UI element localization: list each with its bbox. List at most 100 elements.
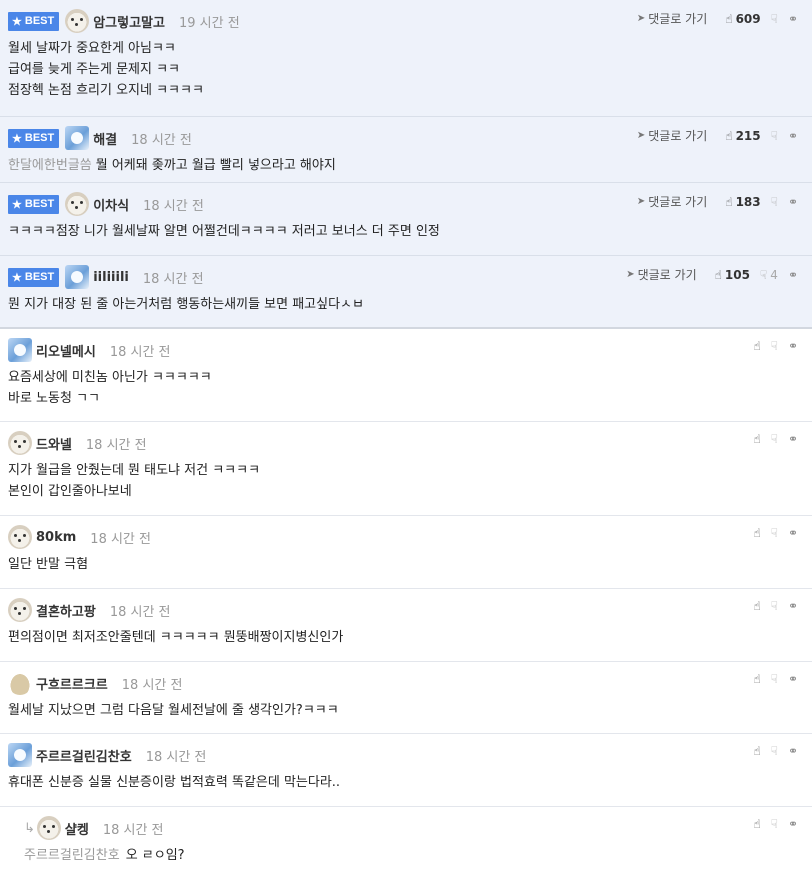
- upvote-button[interactable]: ☝ 215: [725, 129, 760, 143]
- goto-reply-link[interactable]: ➤ 댓글로 가기: [626, 266, 696, 283]
- downvote-button[interactable]: ☟: [771, 129, 778, 143]
- goto-reply-label: 댓글로 가기: [648, 12, 708, 26]
- thumbs-down-icon: ☟: [770, 432, 778, 446]
- timestamp: 19 시간 전: [178, 15, 240, 31]
- avatar[interactable]: [8, 338, 32, 362]
- send-icon: ➤: [636, 196, 646, 207]
- avatar[interactable]: [8, 743, 32, 767]
- avatar[interactable]: [65, 126, 90, 150]
- upvote-button[interactable]: ☝: [753, 432, 760, 446]
- downvote-button[interactable]: ☟: [771, 195, 778, 209]
- avatar[interactable]: [8, 431, 32, 455]
- upvote-button[interactable]: ☝: [753, 817, 760, 831]
- best-label: BEST: [24, 15, 55, 27]
- upvote-button[interactable]: ☝: [753, 744, 760, 758]
- avatar[interactable]: [8, 598, 32, 622]
- nickname[interactable]: 이차식: [93, 195, 129, 214]
- comment-header: 구흐르르크르 18 시간 전: [8, 671, 804, 695]
- comment-line: 본인이 갑인줄아나보네: [8, 484, 132, 499]
- avatar[interactable]: [36, 816, 61, 840]
- comment-text: 지가 월급을 안줬는데 뭔 태도냐 저건 ㅋㅋㅋㅋ 본인이 갑인줄아나보네: [8, 460, 804, 502]
- thumbs-up-icon: ☝: [753, 672, 761, 686]
- nickname[interactable]: 구흐르르크르: [36, 674, 108, 693]
- avatar[interactable]: [8, 525, 32, 549]
- link-icon[interactable]: ⚭: [788, 339, 798, 353]
- comment-actions: ➤ 댓글로 가기 ☝ 105 ☟ 4 ⚭: [626, 266, 798, 283]
- upvote-button[interactable]: ☝: [753, 599, 760, 613]
- comment-text: 뭔 지가 대장 된 줄 아는거처럼 행동하는새끼들 보면 패고싶다ㅅㅂ: [8, 294, 804, 315]
- thumbs-up-icon: ☝: [753, 817, 761, 831]
- goto-reply-link[interactable]: ➤ 댓글로 가기: [637, 10, 707, 27]
- comment-actions: ☝ ☟ ⚭: [753, 672, 798, 686]
- comment-actions: ☝ ☟ ⚭: [753, 339, 798, 353]
- downvote-count: 4: [770, 267, 778, 282]
- nickname[interactable]: 리오넬메시: [36, 341, 96, 360]
- nickname[interactable]: 결혼하고팡: [36, 601, 96, 620]
- upvote-button[interactable]: ☝ 609: [725, 12, 760, 26]
- goto-reply-link[interactable]: ➤ 댓글로 가기: [637, 127, 707, 144]
- link-icon[interactable]: ⚭: [788, 432, 798, 446]
- comment-line: 바로 노동청 ㄱㄱ: [8, 391, 100, 406]
- upvote-button[interactable]: ☝ 105: [715, 268, 750, 282]
- nickname[interactable]: 암그렇고말고: [93, 12, 165, 31]
- link-icon[interactable]: ⚭: [788, 744, 798, 758]
- star-icon: ★: [12, 198, 22, 211]
- reply-text: 오 ㄹㅇ임?: [125, 848, 185, 863]
- comment-line: 뭔 지가 대장 된 줄 아는거처럼 행동하는새끼들 보면 패고싶다ㅅㅂ: [8, 297, 364, 312]
- nickname[interactable]: 해결: [93, 129, 117, 148]
- link-icon[interactable]: ⚭: [788, 599, 798, 613]
- best-comment: ★ BEST 이차식 18 시간 전 ➤ 댓글로 가기 ☝ 183 ☟ ⚭ ㅋㅋㅋㅋ점장 니가 월세…: [0, 183, 812, 256]
- comment-text: 한달에한번글씀 뭘 어케돼 좆까고 월급 빨리 넣으라고 해야지: [8, 155, 804, 176]
- link-icon[interactable]: ⚭: [788, 526, 798, 540]
- link-icon[interactable]: ⚭: [788, 268, 798, 282]
- comment-text: 편의점이면 최저조안줄텐데 ㅋㅋㅋㅋㅋ 뭔뚱배짱이지병신인가: [8, 627, 804, 648]
- downvote-button[interactable]: ☟: [771, 672, 778, 686]
- thumbs-down-icon: ☟: [770, 526, 778, 540]
- comment-line: 요즘세상에 미친놈 아닌가 ㅋㅋㅋㅋㅋ: [8, 370, 212, 385]
- comment-text: 주르르걸린김찬호 오 ㄹㅇ임?: [24, 845, 804, 866]
- downvote-button[interactable]: ☟ 4: [760, 268, 778, 282]
- nickname[interactable]: iiliiili: [93, 270, 129, 285]
- goto-reply-link[interactable]: ➤ 댓글로 가기: [637, 193, 707, 210]
- avatar[interactable]: [65, 192, 90, 216]
- link-icon[interactable]: ⚭: [788, 129, 798, 143]
- comment-header: 주르르걸린김찬호 18 시간 전: [8, 743, 804, 767]
- comment-text: 휴대폰 신분증 실물 신분증이랑 법적효력 똑같은데 막는다라..: [8, 772, 804, 793]
- goto-reply-label: 댓글로 가기: [648, 195, 708, 209]
- nickname[interactable]: 드와넬: [36, 434, 72, 453]
- upvote-button[interactable]: ☝ 183: [725, 195, 760, 209]
- upvote-count: 183: [735, 194, 761, 209]
- comment-line: 지가 월급을 안줬는데 뭔 태도냐 저건 ㅋㅋㅋㅋ: [8, 463, 261, 478]
- thumbs-up-icon: ☝: [753, 599, 761, 613]
- upvote-button[interactable]: ☝: [753, 526, 760, 540]
- downvote-button[interactable]: ☟: [771, 744, 778, 758]
- downvote-button[interactable]: ☟: [771, 432, 778, 446]
- link-icon[interactable]: ⚭: [788, 195, 798, 209]
- comment-header: 리오넬메시 18 시간 전: [8, 338, 804, 362]
- downvote-button[interactable]: ☟: [771, 599, 778, 613]
- thumbs-down-icon: ☟: [770, 817, 778, 831]
- downvote-button[interactable]: ☟: [771, 339, 778, 353]
- nickname[interactable]: 80km: [36, 530, 76, 545]
- avatar[interactable]: [8, 671, 32, 695]
- best-badge: ★ BEST: [8, 267, 60, 287]
- downvote-button[interactable]: ☟: [771, 817, 778, 831]
- mention-text[interactable]: 주르르걸린김찬호: [24, 848, 120, 863]
- upvote-button[interactable]: ☝: [753, 672, 760, 686]
- downvote-button[interactable]: ☟: [771, 526, 778, 540]
- avatar[interactable]: [65, 9, 90, 33]
- nickname[interactable]: 주르르걸린김찬호: [36, 746, 132, 765]
- comment-line: 일단 반말 극혐: [8, 557, 89, 572]
- nickname[interactable]: 샬켕: [65, 819, 89, 838]
- comment-actions: ☝ ☟ ⚭: [753, 599, 798, 613]
- link-icon[interactable]: ⚭: [788, 12, 798, 26]
- thumbs-down-icon: ☟: [770, 599, 778, 613]
- comment-actions: ☝ ☟ ⚭: [753, 744, 798, 758]
- downvote-button[interactable]: ☟: [771, 12, 778, 26]
- thumbs-down-icon: ☟: [770, 744, 778, 758]
- upvote-button[interactable]: ☝: [753, 339, 760, 353]
- link-icon[interactable]: ⚭: [788, 817, 798, 831]
- link-icon[interactable]: ⚭: [788, 672, 798, 686]
- comment-actions: ➤ 댓글로 가기 ☝ 609 ☟ ⚭: [637, 10, 798, 27]
- avatar[interactable]: [65, 265, 90, 289]
